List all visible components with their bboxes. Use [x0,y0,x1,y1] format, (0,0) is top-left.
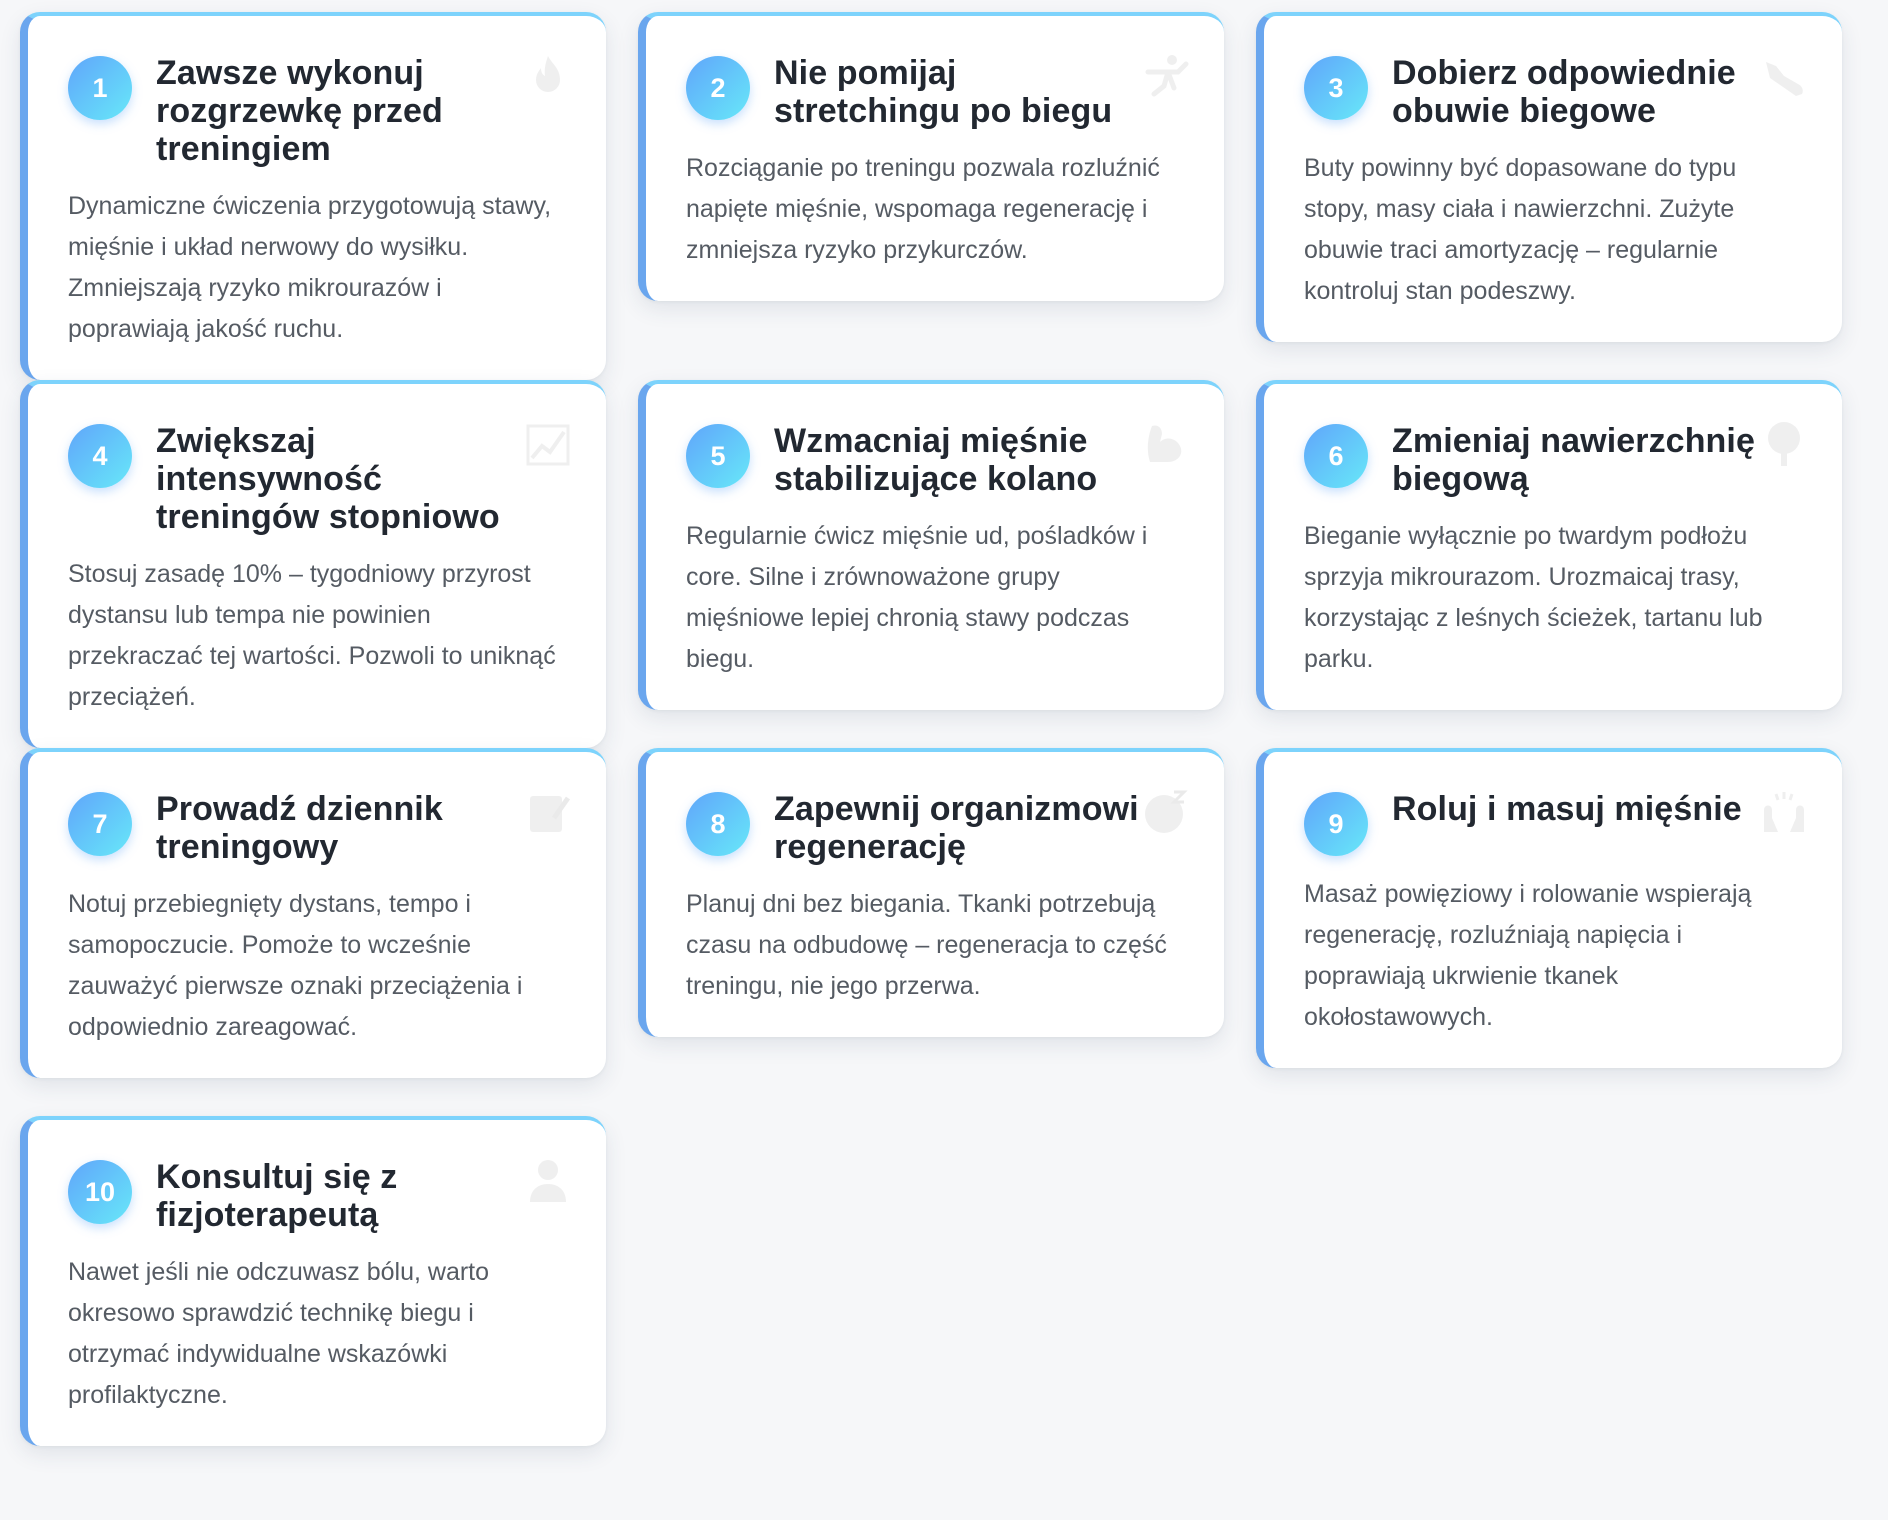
tip-header: 9 Roluj i masuj mięśnie [1304,790,1802,856]
tip-title: Zwiększaj intensywność treningów stopnio… [156,422,500,536]
tip-card-body: 3 Dobierz odpowiednie obuwie biegowe But… [1256,12,1842,342]
tip-card-6: 6 Zmieniaj nawierzchnię biegową Bieganie… [1256,380,1842,742]
tip-description: Dynamiczne ćwiczenia przygotowują stawy,… [68,192,552,343]
tip-number-badge: 5 [686,424,750,488]
tip-card-body: 4 Zwiększaj intensywność treningów stopn… [20,380,606,748]
tip-card-body: 9 Roluj i masuj mięśnie Masaż powięziowy… [1256,748,1842,1068]
tip-card-body: 1 Zawsze wykonuj rozgrzewkę przed trenin… [20,12,606,380]
tip-number-badge: 9 [1304,792,1368,856]
tip-card-10: 10 Konsultuj się z fizjoterapeutą Nawet … [20,1116,606,1478]
fire-icon [524,52,572,100]
tip-description: Bieganie wyłącznie po twardym podłożu sp… [1304,522,1763,673]
tip-description: Rozciąganie po treningu pozwala rozluźni… [686,154,1160,264]
tip-header: 6 Zmieniaj nawierzchnię biegową [1304,422,1802,498]
tip-title: Dobierz odpowiednie obuwie biegowe [1392,54,1736,130]
tip-card-body: 2 Nie pomijaj stretchingu po biegu Rozci… [638,12,1224,301]
tip-description: Buty powinny być dopasowane do typu stop… [1304,154,1737,305]
tip-header: 5 Wzmacniaj mięśnie stabilizujące kolano [686,422,1184,498]
tip-title: Wzmacniaj mięśnie stabilizujące kolano [774,422,1098,498]
tip-title: Roluj i masuj mięśnie [1392,790,1742,828]
tip-description: Planuj dni bez biegania. Tkanki potrzebu… [686,890,1167,1000]
tip-header: 4 Zwiększaj intensywność treningów stopn… [68,422,566,536]
tip-description: Notuj przebiegnięty dystans, tempo i sam… [68,890,523,1041]
tip-description: Stosuj zasadę 10% – tygodniowy przyrost … [68,560,556,711]
tip-header: 8 Zapewnij organizmowi regenerację [686,790,1184,866]
running-shoe-icon [1760,52,1808,100]
tip-number-badge: 10 [68,1160,132,1224]
tip-card-5: 5 Wzmacniaj mięśnie stabilizujące kolano… [638,380,1224,742]
sleeping-face-icon [1142,788,1190,836]
tip-title: Prowadź dziennik treningowy [156,790,443,866]
tip-title: Zawsze wykonuj rozgrzewkę przed treningi… [156,54,443,168]
tip-card-1: 1 Zawsze wykonuj rozgrzewkę przed trenin… [20,12,606,380]
tip-header: 2 Nie pomijaj stretchingu po biegu [686,54,1184,130]
notepad-icon [524,788,572,836]
tip-card-body: 6 Zmieniaj nawierzchnię biegową Bieganie… [1256,380,1842,710]
tip-number-badge: 2 [686,56,750,120]
trend-up-chart-icon [524,420,572,468]
tip-card-8: 8 Zapewnij organizmowi regenerację Planu… [638,748,1224,1110]
tips-grid: 1 Zawsze wykonuj rozgrzewkę przed trenin… [20,12,1842,1478]
tip-number-badge: 6 [1304,424,1368,488]
tip-header: 7 Prowadź dziennik treningowy [68,790,566,866]
tip-card-9: 9 Roluj i masuj mięśnie Masaż powięziowy… [1256,748,1842,1110]
tip-number-badge: 7 [68,792,132,856]
tip-number-badge: 8 [686,792,750,856]
tip-description: Regularnie ćwicz mięśnie ud, pośladków i… [686,522,1148,673]
tip-card-body: 10 Konsultuj się z fizjoterapeutą Nawet … [20,1116,606,1446]
tip-number-badge: 4 [68,424,132,488]
tip-card-2: 2 Nie pomijaj stretchingu po biegu Rozci… [638,12,1224,374]
tip-card-4: 4 Zwiększaj intensywność treningów stopn… [20,380,606,748]
tip-number-badge: 3 [1304,56,1368,120]
tip-title: Nie pomijaj stretchingu po biegu [774,54,1113,130]
tip-description: Nawet jeśli nie odczuwasz bólu, warto ok… [68,1258,490,1409]
health-worker-icon [524,1156,572,1204]
tip-description: Masaż powięziowy i rolowanie wspierają r… [1304,880,1752,1031]
tip-title: Zmieniaj nawierzchnię biegową [1392,422,1755,498]
tip-header: 1 Zawsze wykonuj rozgrzewkę przed trenin… [68,54,566,168]
tip-card-body: 8 Zapewnij organizmowi regenerację Planu… [638,748,1224,1037]
stretching-person-icon [1142,52,1190,100]
tip-card-body: 5 Wzmacniaj mięśnie stabilizujące kolano… [638,380,1224,710]
tip-card-body: 7 Prowadź dziennik treningowy Notuj prze… [20,748,606,1078]
tip-card-7: 7 Prowadź dziennik treningowy Notuj prze… [20,748,606,1110]
raised-hands-icon [1760,788,1808,836]
tip-title: Zapewnij organizmowi regenerację [774,790,1139,866]
tip-header: 3 Dobierz odpowiednie obuwie biegowe [1304,54,1802,130]
flexed-biceps-icon [1142,420,1190,468]
tip-header: 10 Konsultuj się z fizjoterapeutą [68,1158,566,1234]
tip-card-3: 3 Dobierz odpowiednie obuwie biegowe But… [1256,12,1842,374]
tip-number-badge: 1 [68,56,132,120]
tip-title: Konsultuj się z fizjoterapeutą [156,1158,398,1234]
tree-icon [1760,420,1808,468]
